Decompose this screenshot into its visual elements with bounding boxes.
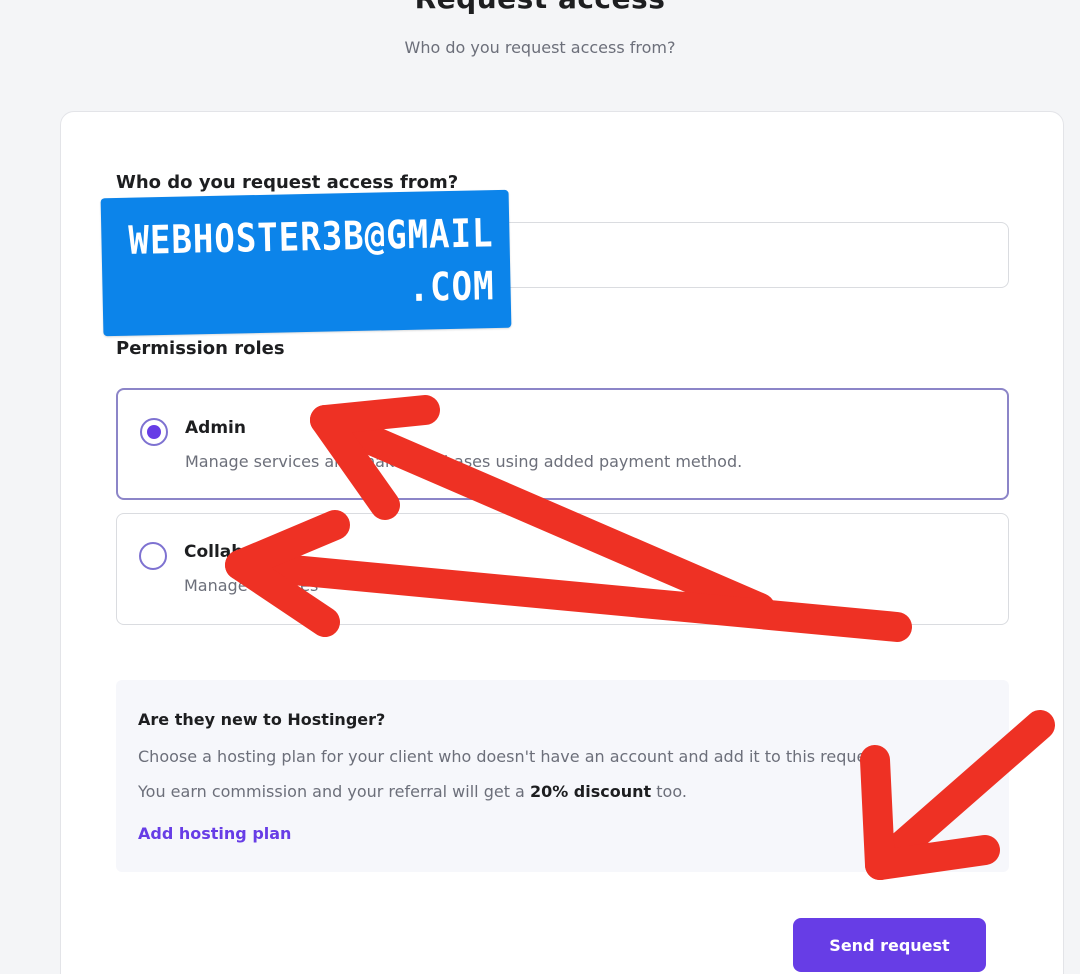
email-overlay-line2: .COM	[408, 263, 496, 312]
role-option-collaborator[interactable]: Collaborator Manage services	[116, 513, 1009, 625]
promo-title: Are they new to Hostinger?	[138, 710, 386, 729]
promo-commission-text: You earn commission and your referral wi…	[138, 782, 687, 801]
role-option-admin[interactable]: Admin Manage services and make purchases…	[116, 388, 1009, 500]
role-title: Collaborator	[184, 542, 304, 562]
page-title: Request access	[0, 0, 1080, 15]
promo-text-suffix: too.	[651, 782, 687, 801]
email-overlay-sticker: WEBHOSTER3B@GMAIL .COM	[100, 189, 512, 337]
promo-text: Choose a hosting plan for your client wh…	[138, 747, 887, 766]
admin-radio[interactable]	[140, 418, 168, 446]
role-title: Admin	[185, 418, 246, 438]
request-access-page: Request access Who do you request access…	[0, 0, 1080, 974]
add-hosting-plan-link[interactable]: Add hosting plan	[138, 824, 291, 843]
new-client-promo: Are they new to Hostinger? Choose a host…	[116, 680, 1009, 872]
role-description: Manage services and make purchases using…	[185, 452, 743, 471]
permission-roles-label: Permission roles	[116, 338, 285, 359]
email-overlay-line1: WEBHOSTER3B@GMAIL	[128, 210, 494, 265]
email-field-label: Who do you request access from?	[116, 172, 459, 193]
send-request-button[interactable]: Send request	[793, 918, 986, 972]
promo-text-prefix: You earn commission and your referral wi…	[138, 782, 530, 801]
discount-highlight: 20% discount	[529, 782, 652, 801]
collaborator-radio[interactable]	[139, 542, 167, 570]
role-description: Manage services	[184, 576, 319, 595]
email-overlay-text: WEBHOSTER3B@GMAIL .COM	[113, 207, 495, 321]
page-subtitle: Who do you request access from?	[404, 38, 676, 57]
